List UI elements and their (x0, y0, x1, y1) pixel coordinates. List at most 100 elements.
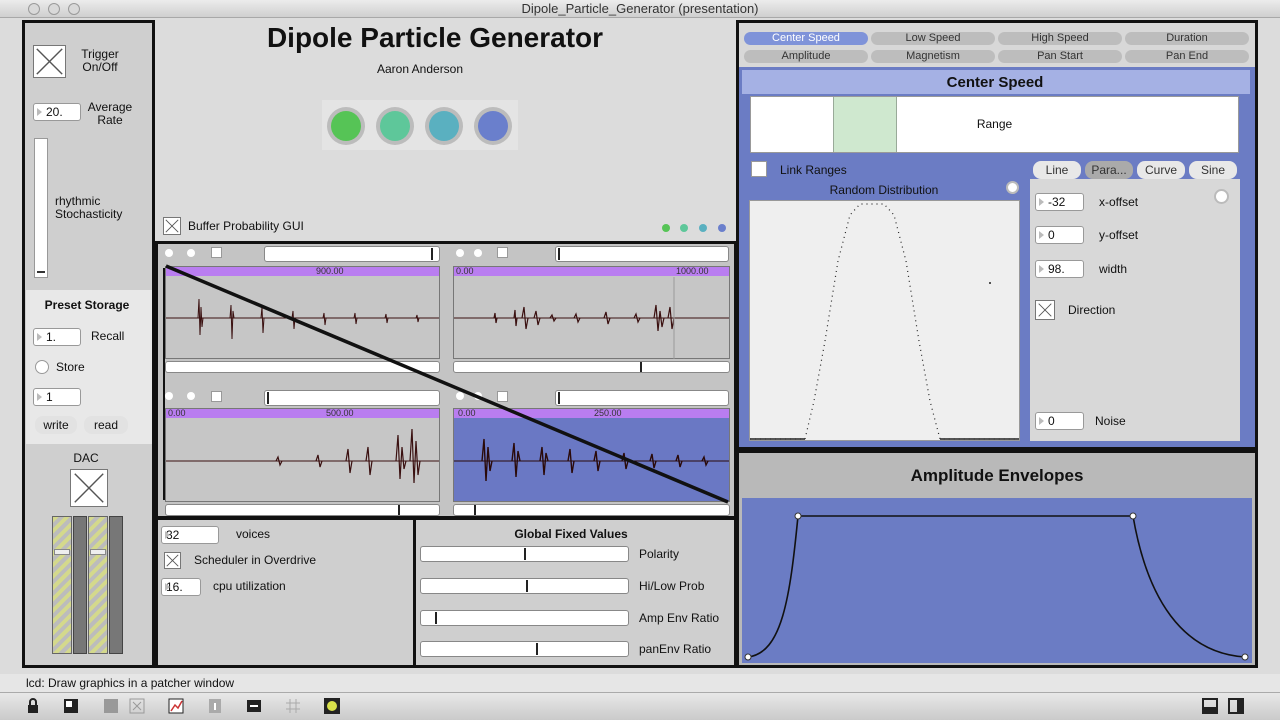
width-label: width (1099, 262, 1128, 276)
width-number[interactable]: 98. (1035, 260, 1084, 278)
window-title: Dipole_Particle_Generator (presentation) (521, 1, 759, 16)
grid-icon[interactable] (284, 697, 302, 715)
rhythmic-slider-knob[interactable] (37, 271, 45, 273)
lock-icon[interactable] (24, 697, 42, 715)
global-slider-1-knob[interactable] (524, 548, 526, 560)
split-left-icon[interactable] (1201, 697, 1219, 715)
tab-row1-duration[interactable]: Duration (1125, 32, 1249, 45)
read-button[interactable]: read (84, 416, 128, 434)
shape-tab-1[interactable]: Line (1033, 161, 1081, 179)
distribution-title: Random Distribution (829, 183, 939, 197)
buffer-1-dot-b[interactable] (187, 249, 195, 257)
x-offset-number[interactable]: -32 (1035, 193, 1084, 211)
trigger-toggle[interactable] (33, 45, 66, 78)
mini-dot-4 (718, 224, 726, 232)
global-label-1: Polarity (639, 547, 680, 561)
rhythmic-stochasticity-slider[interactable] (34, 138, 48, 278)
tab-row1-center-speed[interactable]: Center Speed (744, 32, 868, 45)
section-title: Center Speed (946, 74, 1044, 91)
tab-row2-pan-end[interactable]: Pan End (1125, 50, 1249, 63)
global-label-2: Hi/Low Prob (639, 579, 705, 593)
palette-icon[interactable] (323, 697, 341, 715)
tab-row2-magnetism[interactable]: Magnetism (871, 50, 995, 63)
voices-number[interactable]: 32 (161, 526, 219, 544)
buffer-2-dot-b[interactable] (474, 249, 482, 257)
global-slider-4-knob[interactable] (536, 643, 538, 655)
range-label: Range (976, 117, 1013, 131)
tab-row2-pan-start[interactable]: Pan Start (998, 50, 1122, 63)
buffer-gui-toggle[interactable] (163, 217, 181, 235)
graph-icon[interactable] (167, 697, 185, 715)
global-slider-3-knob[interactable] (435, 612, 437, 624)
gain-slider-left[interactable] (52, 516, 72, 654)
shape-tab-3[interactable]: Curve (1137, 161, 1185, 179)
preset-number[interactable]: 1 (33, 388, 81, 406)
buffer-2-slider-knob[interactable] (558, 248, 560, 260)
range-slider[interactable]: Range (750, 96, 1239, 153)
global-slider-1[interactable] (420, 546, 629, 562)
info-icon[interactable] (206, 697, 224, 715)
inspector-icon[interactable] (245, 697, 263, 715)
circle-4[interactable] (478, 111, 508, 141)
envelope-point-end[interactable] (1241, 653, 1249, 661)
circle-3-ring (425, 107, 463, 145)
recall-label: Recall (91, 329, 125, 343)
link-ranges-checkbox[interactable] (751, 161, 767, 177)
global-slider-4[interactable] (420, 641, 629, 657)
global-values-title: Global Fixed Values (514, 527, 628, 541)
overdrive-toggle[interactable] (164, 552, 181, 569)
mini-dot-1 (662, 224, 670, 232)
global-label-4: panEnv Ratio (639, 642, 712, 656)
buffer-1-dot-a[interactable] (165, 249, 173, 257)
direction-toggle[interactable] (1035, 300, 1055, 320)
gain-slider-right[interactable] (88, 516, 108, 654)
split-right-icon[interactable] (1227, 697, 1245, 715)
recall-number[interactable]: 1. (33, 328, 81, 346)
circle-4-ring (474, 107, 512, 145)
x-offset-label: x-offset (1099, 195, 1139, 209)
tab-row2-amplitude[interactable]: Amplitude (744, 50, 868, 63)
shape-tab-4[interactable]: Sine (1189, 161, 1237, 179)
gain-right-knob[interactable] (90, 549, 106, 555)
buffer-gui-label: Buffer Probability GUI (188, 219, 304, 233)
trigger-label: Trigger On/Off (81, 47, 119, 74)
circle-3[interactable] (429, 111, 459, 141)
global-slider-2-knob[interactable] (526, 580, 528, 592)
tab-row1-high-speed[interactable]: High Speed (998, 32, 1122, 45)
envelope-point-start[interactable] (744, 653, 752, 661)
gain-left-knob[interactable] (54, 549, 70, 555)
lcd-drawn-line[interactable] (160, 260, 735, 510)
global-slider-2[interactable] (420, 578, 629, 594)
circle-1-ring (327, 107, 365, 145)
delete-object-icon[interactable] (128, 697, 146, 715)
tab-row1-low-speed[interactable]: Low Speed (871, 32, 995, 45)
link-ranges-label: Link Ranges (780, 163, 847, 177)
circle-1[interactable] (331, 111, 361, 141)
buffer-2-dot-a[interactable] (456, 249, 464, 257)
shape-reset-button[interactable] (1214, 189, 1229, 204)
buffer-2-checkbox[interactable] (497, 247, 508, 258)
buffer-1-slider-knob[interactable] (431, 248, 433, 260)
dac-toggle[interactable] (70, 469, 108, 507)
envelope-point-attack[interactable] (794, 512, 802, 520)
presentation-mode-icon[interactable] (62, 697, 80, 715)
cpu-label: cpu utilization (213, 579, 286, 593)
distribution-reset-button[interactable] (1006, 181, 1019, 194)
y-offset-number[interactable]: 0 (1035, 226, 1084, 244)
average-rate-number[interactable]: 20. (33, 103, 81, 121)
buffer-1-checkbox[interactable] (211, 247, 222, 258)
noise-number[interactable]: 0 (1035, 412, 1084, 430)
write-button[interactable]: write (35, 416, 77, 434)
circle-2[interactable] (380, 111, 410, 141)
distribution-graph[interactable] (749, 200, 1020, 441)
dac-label: DAC (73, 451, 99, 465)
meter-right (109, 516, 123, 654)
new-object-icon[interactable] (102, 697, 120, 715)
shape-tab-2[interactable]: Para... (1085, 161, 1133, 179)
store-button[interactable] (35, 360, 49, 374)
envelope-point-release[interactable] (1129, 512, 1137, 520)
mini-dot-3 (699, 224, 707, 232)
global-slider-3[interactable] (420, 610, 629, 626)
envelope-editor[interactable] (742, 498, 1252, 663)
meter-left (73, 516, 87, 654)
